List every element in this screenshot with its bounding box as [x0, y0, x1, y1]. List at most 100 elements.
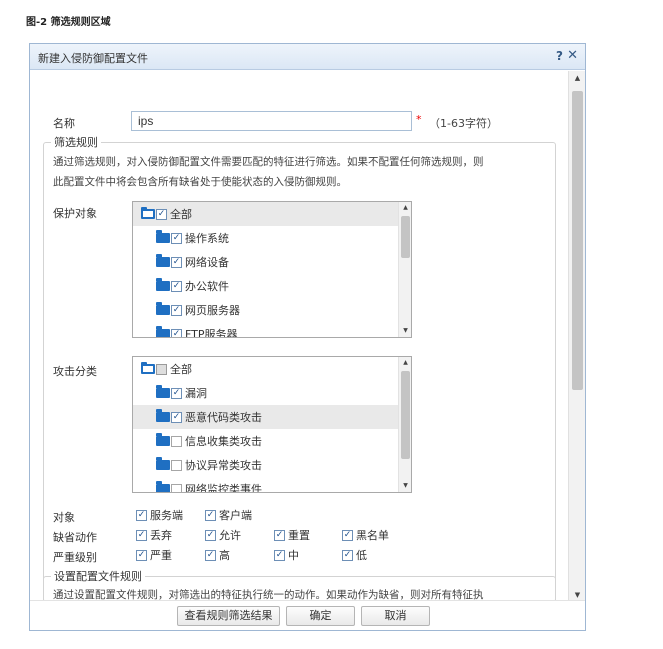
scroll-down-icon[interactable]: ▼ [399, 480, 411, 492]
checkbox-checked-icon[interactable]: ✓ [156, 208, 167, 220]
checkbox-checked-icon[interactable]: ✓ [171, 256, 182, 268]
view-filter-result-button[interactable]: 查看规则筛选结果 [177, 606, 280, 626]
checkbox-checked-icon[interactable]: ✓ [205, 529, 216, 541]
checkbox-checked-icon[interactable]: ✓ [171, 304, 182, 316]
option-label: 严重 [150, 549, 172, 562]
protect-item-network-device[interactable]: ✓ 网络设备 [133, 250, 229, 274]
protect-target-label: 保护对象 [53, 207, 97, 220]
checkbox-checked-icon[interactable]: ✓ [171, 280, 182, 292]
dialog-content: 名称 * （1-63字符） 筛选规则 通过筛选规则，对入侵防御配置文件需要匹配的… [30, 71, 568, 601]
severity-low-option[interactable]: ✓ 低 [342, 547, 367, 563]
option-label: 中 [288, 549, 299, 562]
dialog-footer: 查看规则筛选结果 确定 取消 [30, 600, 585, 630]
attack-item-protocol-anomaly[interactable]: 协议异常类攻击 [133, 453, 262, 477]
checkbox-checked-icon[interactable]: ✓ [136, 529, 147, 541]
checkbox-checked-icon[interactable]: ✓ [205, 549, 216, 561]
checkbox-checked-icon[interactable]: ✓ [171, 411, 182, 423]
checkbox-checked-icon[interactable]: ✓ [342, 549, 353, 561]
option-label: 丢弃 [150, 529, 172, 542]
action-reset-option[interactable]: ✓ 重置 [274, 527, 310, 543]
checkbox-unchecked-icon[interactable] [171, 459, 182, 471]
severity-medium-option[interactable]: ✓ 中 [274, 547, 299, 563]
name-input[interactable] [131, 111, 412, 131]
name-label: 名称 [53, 117, 75, 130]
protect-item-os[interactable]: ✓ 操作系统 [133, 226, 229, 250]
attack-category-tree[interactable]: 全部 ✓ 漏洞 ✓ 恶意代码类攻击 信息收集类攻击 协议异常类攻击 网络监控类事… [132, 356, 412, 493]
checkbox-checked-icon[interactable]: ✓ [136, 549, 147, 561]
attack-item-all[interactable]: 全部 [133, 357, 192, 381]
tree-item-label: 办公软件 [185, 280, 229, 293]
protect-tree-scrollbar[interactable]: ▲ ▼ [398, 202, 411, 337]
folder-icon [156, 385, 170, 398]
folder-icon [156, 457, 170, 470]
severity-critical-option[interactable]: ✓ 严重 [136, 547, 172, 563]
tree-item-label: 网络设备 [185, 256, 229, 269]
scroll-up-icon[interactable]: ▲ [399, 202, 411, 214]
new-ips-profile-dialog: 新建入侵防御配置文件 ? ✕ 名称 * （1-63字符） 筛选规则 通过筛选规则… [29, 43, 586, 631]
target-client-option[interactable]: ✓ 客户端 [205, 507, 252, 523]
attack-item-vulnerability[interactable]: ✓ 漏洞 [133, 381, 207, 405]
attack-item-network-monitoring[interactable]: 网络监控类事件 [133, 477, 262, 493]
filter-desc-line2: 此配置文件中将会包含所有缺省处于使能状态的入侵防御规则。 [53, 176, 347, 188]
required-mark: * [416, 113, 422, 126]
profile-rules-legend: 设置配置文件规则 [51, 568, 145, 584]
tree-item-label: 网络监控类事件 [185, 483, 262, 493]
protect-item-all[interactable]: ✓ 全部 [133, 202, 399, 226]
tree-item-label: 网页服务器 [185, 304, 240, 317]
help-icon[interactable]: ? [556, 49, 563, 63]
attack-item-malicious-code[interactable]: ✓ 恶意代码类攻击 [133, 405, 399, 429]
target-label: 对象 [53, 511, 75, 524]
checkbox-checked-icon[interactable]: ✓ [171, 328, 182, 337]
folder-icon [156, 433, 170, 446]
scroll-thumb[interactable] [401, 216, 410, 258]
folder-open-icon [141, 207, 155, 219]
folder-icon [156, 254, 170, 267]
checkbox-checked-icon[interactable]: ✓ [274, 529, 285, 541]
tree-item-label: 全部 [170, 363, 192, 376]
tree-item-label: FTP服务器 [185, 328, 238, 338]
folder-icon [156, 278, 170, 291]
protect-item-ftp-server[interactable]: ✓ FTP服务器 [133, 322, 238, 338]
option-label: 服务端 [150, 509, 183, 522]
folder-icon [156, 230, 170, 243]
option-label: 低 [356, 549, 367, 562]
attack-tree-scrollbar[interactable]: ▲ ▼ [398, 357, 411, 492]
checkbox-checked-icon[interactable]: ✓ [136, 509, 147, 521]
action-blacklist-option[interactable]: ✓ 黑名单 [342, 527, 389, 543]
folder-icon [156, 302, 170, 315]
action-allow-option[interactable]: ✓ 允许 [205, 527, 241, 543]
scroll-up-icon[interactable]: ▲ [569, 71, 586, 85]
cancel-button[interactable]: 取消 [361, 606, 430, 626]
default-action-label: 缺省动作 [53, 531, 97, 544]
checkbox-unchecked-icon[interactable] [171, 483, 182, 492]
option-label: 高 [219, 549, 230, 562]
close-icon[interactable]: ✕ [567, 48, 578, 63]
checkbox-unchecked-icon[interactable] [171, 435, 182, 447]
target-server-option[interactable]: ✓ 服务端 [136, 507, 183, 523]
tree-item-label: 全部 [170, 208, 192, 221]
attack-category-label: 攻击分类 [53, 365, 97, 378]
checkbox-partial-icon[interactable] [156, 363, 167, 375]
scroll-down-icon[interactable]: ▼ [399, 325, 411, 337]
protect-item-web-server[interactable]: ✓ 网页服务器 [133, 298, 240, 322]
severity-high-option[interactable]: ✓ 高 [205, 547, 230, 563]
filter-rules-legend: 筛选规则 [51, 134, 101, 150]
action-drop-option[interactable]: ✓ 丢弃 [136, 527, 172, 543]
tree-item-label: 信息收集类攻击 [185, 435, 262, 448]
name-hint: （1-63字符） [429, 117, 498, 130]
checkbox-checked-icon[interactable]: ✓ [342, 529, 353, 541]
checkbox-checked-icon[interactable]: ✓ [274, 549, 285, 561]
scroll-thumb[interactable] [572, 91, 583, 390]
scroll-up-icon[interactable]: ▲ [399, 357, 411, 369]
tree-item-label: 漏洞 [185, 387, 207, 400]
scroll-thumb[interactable] [401, 371, 410, 459]
checkbox-checked-icon[interactable]: ✓ [171, 232, 182, 244]
checkbox-checked-icon[interactable]: ✓ [171, 387, 182, 399]
checkbox-checked-icon[interactable]: ✓ [205, 509, 216, 521]
ok-button[interactable]: 确定 [286, 606, 355, 626]
protect-target-tree[interactable]: ✓ 全部 ✓ 操作系统 ✓ 网络设备 ✓ 办公软件 ✓ 网页服务器 ✓ FTP服… [132, 201, 412, 338]
figure-caption: 图-2 筛选规则区域 [26, 17, 111, 28]
attack-item-info-gathering[interactable]: 信息收集类攻击 [133, 429, 262, 453]
dialog-scrollbar[interactable]: ▲ ▼ [568, 71, 585, 602]
protect-item-office[interactable]: ✓ 办公软件 [133, 274, 229, 298]
